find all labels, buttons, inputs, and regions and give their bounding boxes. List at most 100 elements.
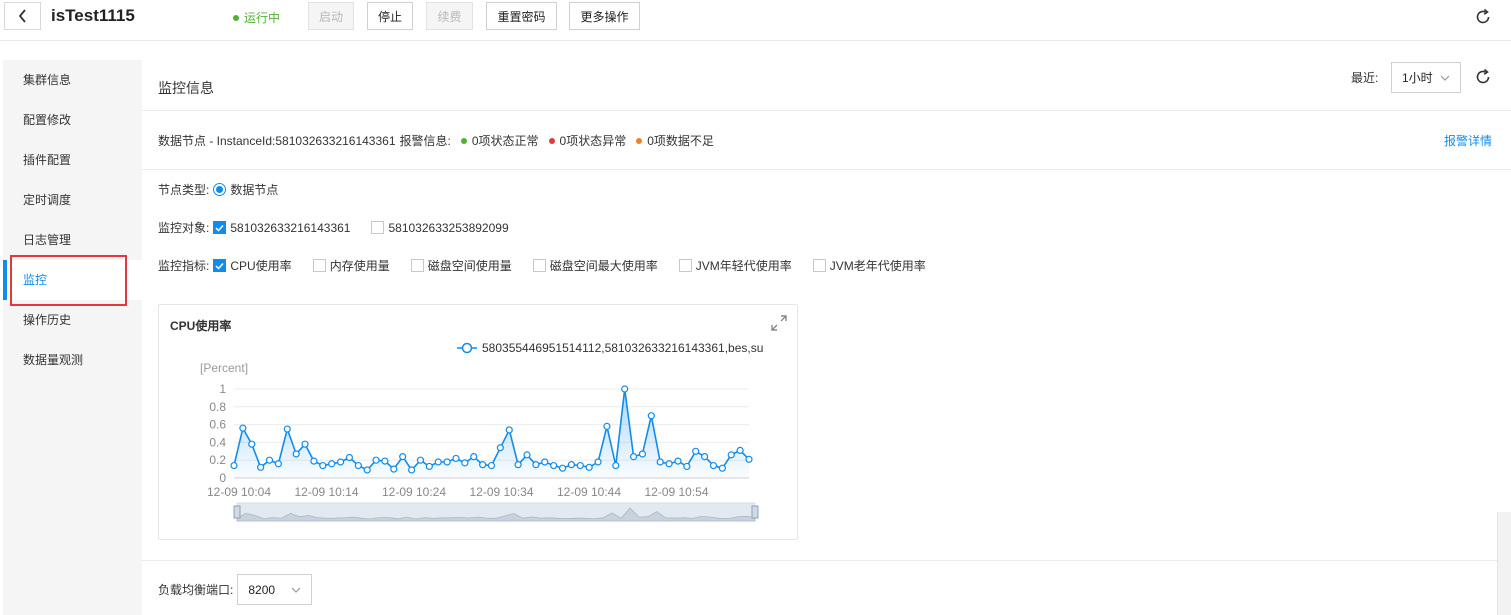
- data-point: [487, 461, 496, 470]
- reset-password-button[interactable]: 重置密码: [486, 2, 557, 30]
- data-point: [310, 457, 318, 465]
- legend-label: 580355446951514112,581032633216143361,be…: [482, 341, 763, 355]
- data-point: [470, 453, 478, 461]
- checkbox-unchecked-icon: [678, 259, 692, 272]
- data-point: [425, 462, 433, 471]
- refresh-icon[interactable]: [1474, 8, 1492, 26]
- metric-option-cpu: CPU使用率: [230, 259, 292, 273]
- metric-option-memory: 内存使用量: [329, 259, 390, 273]
- target-checkbox-1[interactable]: 581032633216143361: [213, 221, 350, 235]
- data-point: [532, 461, 540, 469]
- stop-button[interactable]: 停止: [367, 2, 413, 30]
- status-badge: 运行中: [233, 9, 280, 26]
- section-title: 监控信息: [158, 80, 214, 96]
- monitor-metric-label: 监控指标:: [158, 259, 210, 273]
- x-tick-label: 12-09 10:04: [207, 485, 271, 499]
- alarm-abnormal: 0项状态异常: [559, 134, 627, 148]
- legend-marker-icon: [461, 342, 473, 354]
- data-point: [550, 461, 558, 470]
- data-point: [523, 451, 531, 459]
- data-point: [692, 447, 700, 455]
- target-checkbox-2[interactable]: 581032633253892099: [371, 220, 509, 235]
- sidebar-item-scheduled[interactable]: 定时调度: [3, 180, 142, 220]
- sidebar-item-config-edit[interactable]: 配置修改: [3, 100, 142, 140]
- monitor-target-row: 监控对象: 581032633216143361 581032633253892…: [158, 219, 530, 236]
- sidebar-item-history[interactable]: 操作历史: [3, 300, 142, 340]
- sidebar-item-data-observe[interactable]: 数据量观测: [3, 340, 142, 380]
- metric-checkbox-jvm-old[interactable]: JVM老年代使用率: [812, 257, 926, 274]
- back-button[interactable]: [4, 2, 41, 30]
- zoom-handle-right: [751, 505, 759, 519]
- data-point: [514, 461, 522, 469]
- data-point: [443, 458, 451, 466]
- x-tick-label: 12-09 10:34: [469, 485, 533, 499]
- data-point: [336, 458, 345, 466]
- sidebar-item-plugin-config[interactable]: 插件配置: [3, 140, 142, 180]
- data-point: [257, 463, 265, 471]
- metric-option-jvm-young: JVM年轻代使用率: [695, 259, 792, 273]
- scrollbar[interactable]: [1497, 512, 1511, 615]
- data-point: [274, 460, 282, 468]
- data-point: [381, 457, 389, 465]
- metric-checkbox-jvm-young[interactable]: JVM年轻代使用率: [678, 257, 792, 274]
- data-point: [319, 461, 327, 470]
- normal-dot-icon: [460, 137, 467, 144]
- metric-checkbox-memory[interactable]: 内存使用量: [312, 257, 390, 274]
- zoom-handle-left: [233, 505, 241, 519]
- divider: [142, 560, 1511, 561]
- time-range-select[interactable]: 1小时: [1391, 62, 1461, 93]
- y-axis-label: [Percent]: [200, 361, 248, 375]
- data-point: [603, 422, 611, 430]
- sidebar-item-cluster-info[interactable]: 集群信息: [3, 60, 142, 100]
- data-point: [452, 454, 460, 463]
- data-point: [612, 461, 620, 470]
- renew-button[interactable]: 续费: [426, 2, 473, 30]
- node-type-label: 节点类型:: [158, 183, 210, 197]
- insufficient-dot-icon: [636, 137, 643, 144]
- data-point: [292, 450, 300, 458]
- alarm-label: 报警信息:: [399, 134, 451, 148]
- x-tick-label: 12-09 10:14: [294, 485, 358, 499]
- y-tick-label: 0.8: [209, 400, 226, 414]
- cpu-line-chart: 0 0.2 0.4 0.6 0.8 1 [Percent] 12-09 10:04 12-09 …: [200, 341, 763, 522]
- data-point: [745, 455, 753, 463]
- sidebar-item-label: 监控: [23, 273, 48, 287]
- time-range-value: 1小时: [1402, 71, 1433, 85]
- instance-prefix: 数据节点 - InstanceId:: [158, 134, 276, 148]
- start-button[interactable]: 启动: [308, 2, 354, 30]
- data-point: [399, 453, 407, 461]
- data-point: [647, 412, 655, 420]
- monitor-target-label: 监控对象:: [158, 221, 210, 235]
- data-point: [701, 453, 709, 461]
- metric-checkbox-disk[interactable]: 磁盘空间使用量: [410, 257, 512, 274]
- data-point: [434, 458, 442, 466]
- status-dot-icon: [233, 14, 239, 21]
- sidebar-item-logs[interactable]: 日志管理: [3, 220, 142, 260]
- y-tick-label: 0.6: [209, 418, 226, 432]
- checkbox-unchecked-icon: [812, 259, 826, 272]
- node-type-option: 数据节点: [230, 183, 279, 197]
- data-point: [567, 461, 576, 469]
- alarm-details-link[interactable]: 报警详情: [1444, 132, 1492, 149]
- data-point: [248, 440, 256, 448]
- node-type-radio[interactable]: 数据节点: [213, 181, 278, 198]
- lb-port-select[interactable]: 8200: [237, 574, 313, 605]
- data-point: [479, 461, 487, 469]
- divider: [142, 110, 1511, 111]
- data-point: [656, 458, 664, 466]
- instance-id: 581032633216143361: [275, 133, 396, 148]
- more-actions-button[interactable]: 更多操作: [569, 2, 640, 30]
- data-point: [683, 462, 691, 471]
- data-point: [558, 464, 567, 472]
- node-type-row: 节点类型: 数据节点: [158, 181, 299, 198]
- metric-checkbox-disk-max[interactable]: 磁盘空间最大使用率: [532, 257, 658, 274]
- refresh-icon[interactable]: [1474, 68, 1492, 86]
- data-point: [239, 424, 247, 432]
- sidebar-item-monitor[interactable]: 监控: [3, 260, 142, 300]
- data-point: [328, 460, 336, 468]
- target-option-2: 581032633253892099: [388, 220, 509, 235]
- metric-checkbox-cpu[interactable]: CPU使用率: [213, 257, 292, 274]
- x-tick-label: 12-09 10:44: [557, 485, 621, 499]
- data-point: [230, 461, 238, 470]
- data-point: [505, 426, 513, 434]
